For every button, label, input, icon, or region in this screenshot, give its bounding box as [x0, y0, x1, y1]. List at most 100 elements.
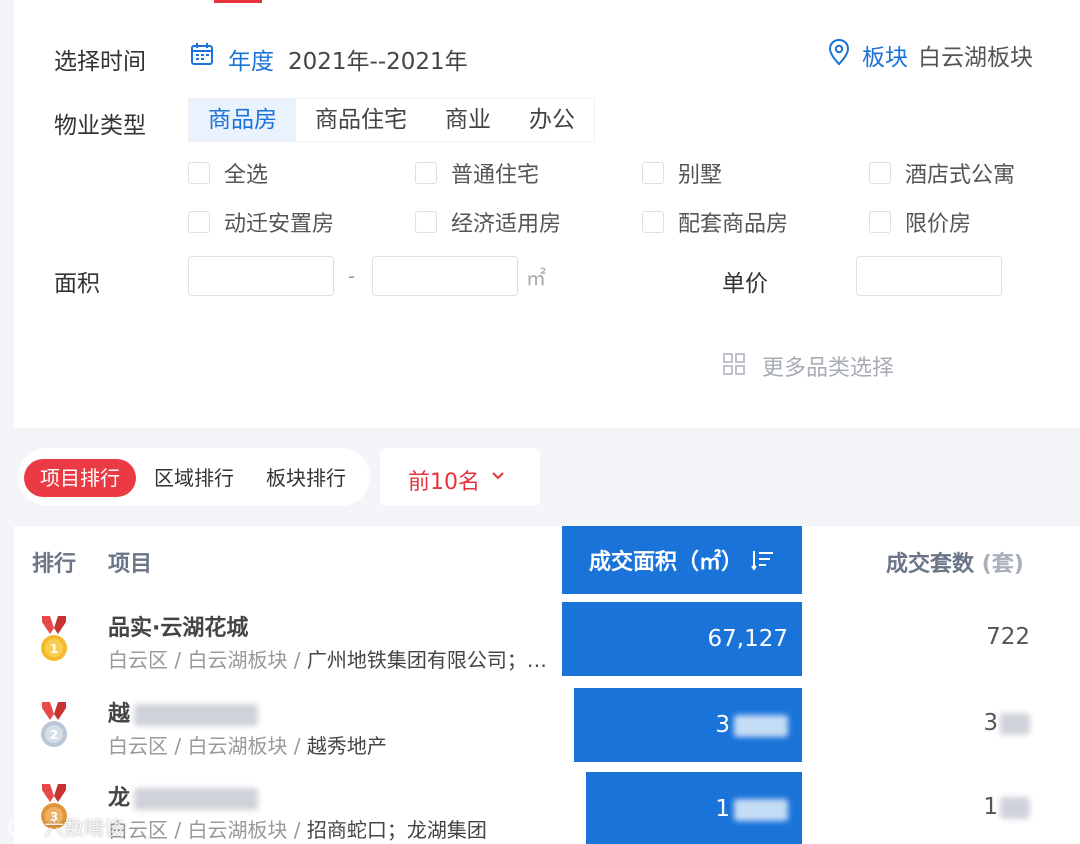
calendar-icon[interactable] [190, 42, 214, 66]
property-tab-commercial-housing[interactable]: 商品房 [189, 99, 296, 141]
checkbox-box[interactable] [415, 211, 437, 233]
gold-medal-icon: 1 [41, 616, 67, 661]
price-input[interactable] [856, 256, 1002, 296]
checkbox-box[interactable] [188, 211, 210, 233]
checkbox-box[interactable] [188, 162, 210, 184]
project-name[interactable]: 越 [108, 696, 259, 728]
checkbox-label: 全选 [224, 163, 269, 188]
block-label[interactable]: 板块 [862, 38, 908, 72]
table-row[interactable]: 2 越 白云区 / 白云湖板块 / 越秀地产 3 3 [14, 686, 1080, 770]
checkbox-serviced-apartment[interactable]: 酒店式公寓 [869, 157, 1015, 189]
blurred-text [734, 714, 788, 737]
header-count: 成交套数 (套) [886, 546, 1024, 578]
area-label: 面积 [54, 271, 100, 297]
area-bar: 3 [574, 688, 802, 762]
area-value: 3 [715, 712, 730, 738]
checkbox-label: 经济适用房 [451, 212, 562, 237]
filter-panel: 选择时间 年度 2021年--2021年 板块 白云湖板块 物业类型 商品房 商… [14, 0, 1080, 428]
count-value: 722 [986, 624, 1030, 650]
project-meta: 白云区 / 白云湖板块 / 招商蛇口；龙湖集团 [108, 814, 487, 843]
area-max-input[interactable] [372, 256, 518, 296]
property-tab-office[interactable]: 办公 [510, 99, 594, 141]
active-tab-indicator [214, 0, 262, 3]
checkbox-select-all[interactable]: 全选 [188, 157, 268, 189]
checkbox-label: 配套商品房 [678, 212, 789, 237]
watermark-text: 六数晴谈 [44, 816, 124, 840]
property-tab-business[interactable]: 商业 [426, 99, 510, 141]
checkbox-label: 限价房 [905, 212, 972, 237]
time-label: 选择时间 [54, 49, 146, 75]
area-bar: 67,127 [562, 602, 802, 676]
header-area-label: 成交面积（㎡） [588, 550, 743, 575]
watermark-logo-icon [8, 818, 38, 835]
blurred-text [1000, 796, 1030, 819]
area-value: 67,127 [707, 626, 788, 652]
area-bar: 1 [586, 772, 802, 844]
blurred-text [134, 788, 259, 810]
tab-district-ranking[interactable]: 区域排行 [154, 459, 234, 497]
checkbox-box[interactable] [869, 211, 891, 233]
checkbox-label: 动迁安置房 [224, 212, 335, 237]
checkbox-box[interactable] [642, 211, 664, 233]
area-unit: ㎡ [526, 266, 546, 290]
property-type-label: 物业类型 [54, 113, 146, 139]
project-district: 白云区 / 白云湖板块 / [108, 818, 307, 842]
project-developer: 招商蛇口；龙湖集团 [306, 818, 487, 842]
checkbox-supporting-housing[interactable]: 配套商品房 [642, 206, 788, 238]
project-name[interactable]: 龙 [108, 780, 259, 812]
project-developer: 广州地铁集团有限公司；… [306, 648, 547, 672]
checkbox-price-limited-housing[interactable]: 限价房 [869, 206, 971, 238]
chevron-down-icon [492, 472, 504, 480]
project-district: 白云区 / 白云湖板块 / [108, 734, 307, 758]
project-name-visible: 越 [108, 702, 131, 727]
header-rank: 排行 [32, 552, 77, 577]
header-count-label: 成交套数 [886, 552, 975, 577]
svg-text:2: 2 [50, 728, 58, 742]
top-n-label: 前10名 [408, 470, 480, 495]
watermark: 六数晴谈 [6, 812, 124, 841]
checkbox-box[interactable] [869, 162, 891, 184]
checkbox-ordinary-housing[interactable]: 普通住宅 [415, 157, 539, 189]
block-value[interactable]: 白云湖板块 [918, 38, 1033, 72]
header-count-unit: (套) [981, 552, 1024, 577]
header-project: 项目 [108, 552, 153, 577]
silver-medal-icon: 2 [41, 702, 67, 747]
checkbox-label: 别墅 [678, 163, 723, 188]
table-row[interactable]: 1 品实·云湖花城 白云区 / 白云湖板块 / 广州地铁集团有限公司；… 67,… [14, 600, 1080, 684]
project-meta: 白云区 / 白云湖板块 / 越秀地产 [108, 730, 387, 759]
project-meta: 白云区 / 白云湖板块 / 广州地铁集团有限公司；… [108, 644, 547, 673]
checkbox-label: 普通住宅 [451, 163, 540, 188]
blurred-text [134, 704, 259, 726]
checkbox-villa[interactable]: 别墅 [642, 157, 722, 189]
year-range-value[interactable]: 2021年--2021年 [288, 42, 468, 76]
count-value: 3 [983, 710, 998, 736]
more-categories-button[interactable]: 更多品类选择 [762, 350, 894, 382]
ranking-tabs: 项目排行 区域排行 板块排行 [18, 448, 370, 506]
project-name[interactable]: 品实·云湖花城 [108, 610, 248, 642]
area-min-input[interactable] [188, 256, 334, 296]
area-dash: - [348, 264, 356, 288]
tab-project-ranking[interactable]: 项目排行 [24, 459, 136, 497]
year-mode-button[interactable]: 年度 [228, 42, 274, 76]
property-type-tabs: 商品房 商品住宅 商业 办公 [188, 98, 595, 142]
project-name-visible: 龙 [108, 786, 131, 811]
top-n-dropdown[interactable]: 前10名 [380, 448, 540, 506]
checkbox-relocation-housing[interactable]: 动迁安置房 [188, 206, 334, 238]
property-tab-residential[interactable]: 商品住宅 [296, 99, 426, 141]
checkbox-box[interactable] [415, 162, 437, 184]
count-value: 1 [983, 794, 998, 820]
checkbox-affordable-housing[interactable]: 经济适用房 [415, 206, 561, 238]
checkbox-box[interactable] [642, 162, 664, 184]
table-row[interactable]: 3 龙 白云区 / 白云湖板块 / 招商蛇口；龙湖集团 1 1 [14, 770, 1080, 844]
price-label: 单价 [722, 271, 768, 297]
count-cell: 1 [983, 794, 1030, 820]
grid-icon[interactable] [722, 352, 746, 376]
sort-descending-icon [751, 551, 773, 571]
tab-block-ranking[interactable]: 板块排行 [266, 459, 346, 497]
location-pin-icon[interactable] [828, 38, 850, 66]
blurred-text [734, 798, 788, 821]
svg-text:1: 1 [50, 642, 58, 656]
count-cell: 3 [983, 710, 1030, 736]
header-area-sort-button[interactable]: 成交面积（㎡） [562, 526, 802, 594]
project-developer: 越秀地产 [306, 734, 387, 758]
